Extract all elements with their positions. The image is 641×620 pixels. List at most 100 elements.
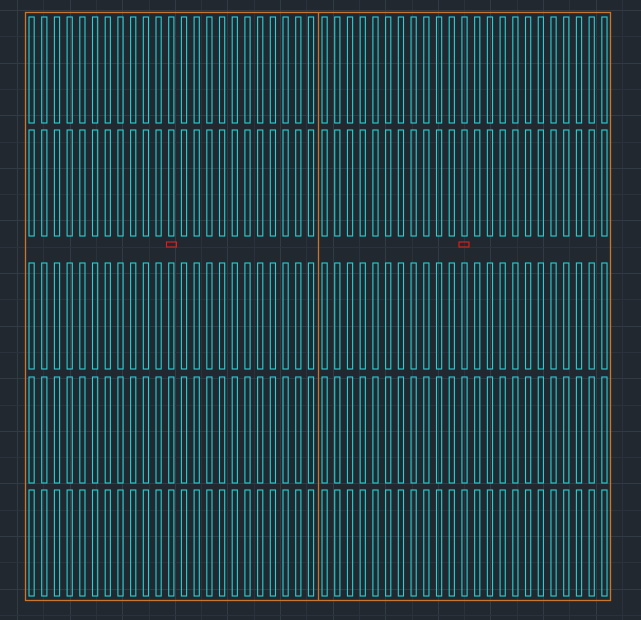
- solar-panel: [180, 376, 188, 484]
- solar-panel: [423, 376, 430, 484]
- solar-panel: [486, 376, 494, 484]
- solar-panel: [66, 262, 73, 370]
- solar-panel: [168, 262, 175, 370]
- solar-panel: [575, 262, 583, 370]
- solar-panel: [537, 489, 544, 597]
- solar-panel: [601, 16, 608, 124]
- solar-panel: [307, 262, 315, 370]
- solar-panel: [563, 489, 570, 597]
- solar-panel: [41, 262, 48, 370]
- solar-panel: [410, 262, 417, 370]
- solar-panel: [563, 376, 570, 484]
- solar-panel: [130, 262, 137, 370]
- background-grid: [0, 0, 641, 620]
- solar-panel: [359, 262, 366, 370]
- solar-panel: [257, 16, 264, 124]
- solar-panel: [410, 376, 417, 484]
- solar-panel: [142, 376, 150, 484]
- cad-drawing-canvas[interactable]: [0, 0, 641, 620]
- solar-panel: [385, 16, 392, 124]
- solar-panel: [130, 489, 137, 597]
- solar-panel: [282, 262, 289, 370]
- solar-panel: [575, 489, 583, 597]
- solar-panel: [448, 262, 455, 370]
- solar-panel: [257, 376, 264, 484]
- solar-panel: [474, 262, 481, 370]
- solar-panel: [397, 489, 405, 597]
- solar-panel: [334, 489, 341, 597]
- solar-panel: [79, 376, 86, 484]
- solar-panel: [334, 376, 341, 484]
- solar-panel: [372, 376, 379, 484]
- solar-panel: [499, 16, 506, 124]
- solar-panel: [385, 376, 392, 484]
- solar-panel: [180, 489, 188, 597]
- solar-panel: [28, 262, 35, 370]
- solar-panel: [601, 376, 608, 484]
- solar-panel: [193, 262, 200, 370]
- solar-panel: [334, 262, 341, 370]
- solar-panel: [155, 489, 162, 597]
- solar-panel: [206, 489, 213, 597]
- solar-panel: [486, 16, 494, 124]
- solar-panel: [537, 376, 544, 484]
- solar-panel: [307, 16, 315, 124]
- solar-panel: [28, 376, 35, 484]
- solar-panel: [244, 376, 251, 484]
- solar-panel: [53, 262, 61, 370]
- solar-panel: [359, 16, 366, 124]
- solar-panel: [295, 489, 302, 597]
- solar-panel: [282, 376, 289, 484]
- solar-panel: [448, 489, 455, 597]
- solar-panel: [79, 16, 86, 124]
- solar-panel: [334, 16, 341, 124]
- solar-panel: [79, 489, 86, 597]
- solar-panel: [423, 262, 430, 370]
- solar-panel: [346, 262, 354, 370]
- solar-panel: [41, 376, 48, 484]
- solar-panel: [180, 16, 188, 124]
- solar-panel: [269, 489, 277, 597]
- solar-panel: [257, 489, 264, 597]
- solar-panel: [231, 16, 238, 124]
- solar-panel: [142, 489, 150, 597]
- solar-panel: [155, 262, 162, 370]
- solar-panel: [244, 16, 251, 124]
- solar-panel: [53, 16, 61, 124]
- solar-panel: [448, 16, 455, 124]
- solar-panel: [423, 16, 430, 124]
- solar-panel: [524, 16, 532, 124]
- solar-panel: [142, 262, 150, 370]
- solar-panel: [206, 376, 213, 484]
- solar-panel: [410, 16, 417, 124]
- solar-panel: [435, 16, 443, 124]
- solar-panel: [295, 16, 302, 124]
- solar-panel: [155, 16, 162, 124]
- solar-panel: [79, 262, 86, 370]
- solar-panel: [499, 262, 506, 370]
- solar-panel: [550, 262, 557, 370]
- solar-panel: [180, 262, 188, 370]
- solar-panel: [130, 16, 137, 124]
- solar-panel: [269, 376, 277, 484]
- solar-panel: [524, 262, 532, 370]
- solar-panel: [321, 262, 328, 370]
- solar-panel: [104, 16, 111, 124]
- solar-panel: [66, 489, 73, 597]
- solar-panel: [244, 262, 251, 370]
- solar-panel: [282, 489, 289, 597]
- solar-panel: [588, 262, 595, 370]
- solar-panel: [231, 262, 238, 370]
- solar-panel: [588, 489, 595, 597]
- solar-panel: [499, 376, 506, 484]
- solar-panel: [218, 16, 226, 124]
- inverter-markers: [165, 241, 470, 248]
- solar-panel: [41, 489, 48, 597]
- solar-panel: [550, 16, 557, 124]
- solar-panel: [168, 16, 175, 124]
- solar-panel: [435, 376, 443, 484]
- solar-panel: [410, 489, 417, 597]
- solar-panel: [218, 489, 226, 597]
- solar-panel: [448, 376, 455, 484]
- site-boundary: [24, 11, 612, 602]
